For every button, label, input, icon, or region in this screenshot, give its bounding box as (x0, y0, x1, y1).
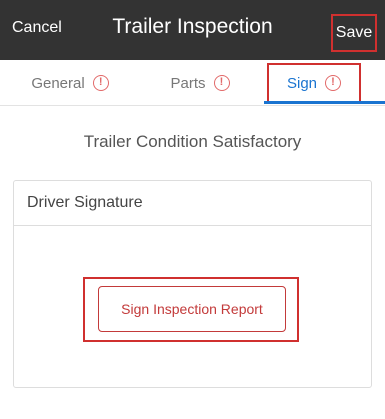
tab-sign[interactable]: Sign ! (267, 63, 361, 103)
tab-sign-label: Sign (286, 74, 318, 92)
alert-circle-icon: ! (92, 75, 109, 91)
tab-parts-label: Parts (170, 74, 206, 92)
condition-status-text: Trailer Condition Satisfactory (83, 132, 302, 151)
tab-bar: General ! Parts ! Sign ! (0, 60, 385, 106)
alert-circle-icon: ! (325, 75, 342, 91)
alert-circle-icon: ! (213, 75, 230, 91)
active-tab-indicator (264, 101, 385, 104)
tab-general[interactable]: General ! (20, 60, 120, 106)
top-bar: Cancel Trailer Inspection Save (0, 0, 385, 60)
tab-parts[interactable]: Parts ! (150, 60, 250, 106)
driver-signature-card: Driver Signature Sign Inspection Report (13, 180, 372, 388)
page-title: Trailer Inspection (112, 15, 273, 38)
save-button[interactable]: Save (331, 14, 377, 52)
sign-button-highlight: Sign Inspection Report (83, 277, 299, 342)
card-title: Driver Signature (14, 181, 371, 226)
tab-general-label: General (31, 74, 85, 92)
sign-inspection-report-button[interactable]: Sign Inspection Report (98, 286, 286, 332)
